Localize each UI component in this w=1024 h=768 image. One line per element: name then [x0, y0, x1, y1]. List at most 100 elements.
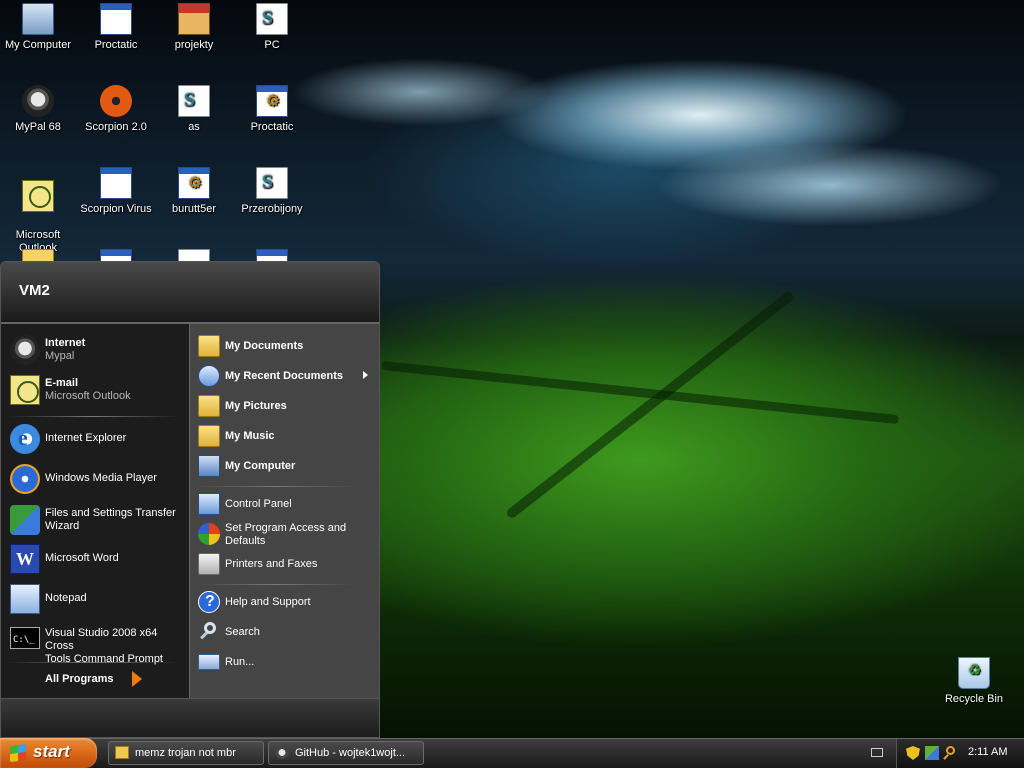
start-place-label: Set Program Access and Defaults — [225, 522, 347, 547]
start-place-help[interactable]: Help and Support — [198, 589, 376, 615]
start-place-run[interactable]: Run... — [198, 649, 376, 675]
desktop-icon-as[interactable]: S as — [154, 85, 234, 134]
folder-icon — [198, 335, 220, 357]
divider — [196, 584, 356, 585]
taskbar-button-memz[interactable]: memz trojan not mbr — [108, 741, 264, 765]
start-item-label: Windows Media Player — [45, 472, 157, 484]
archive-box-icon — [178, 3, 210, 35]
start-item-internet-explorer[interactable]: Internet Explorer — [8, 422, 186, 458]
start-button-label: start — [33, 742, 70, 761]
taskbar-button-label: memz trojan not mbr — [135, 747, 236, 759]
desktop-icon-scorpion-virus[interactable]: Scorpion Virus — [76, 167, 156, 216]
search-icon — [198, 621, 220, 643]
desktop-icon-label: projekty — [174, 39, 214, 51]
control-panel-icon — [198, 493, 220, 515]
start-place-recent-documents[interactable]: My Recent Documents — [198, 363, 376, 389]
gear-window-icon: ⚙ — [256, 85, 288, 117]
start-item-vs-command-prompt[interactable]: Visual Studio 2008 x64 Cross Tools Comma… — [8, 623, 186, 665]
application-window-icon — [100, 3, 132, 35]
start-place-my-documents[interactable]: My Documents — [198, 333, 376, 359]
music-folder-icon — [198, 425, 220, 447]
desktop-icon-proctatic-2[interactable]: ⚙ Proctatic — [232, 85, 312, 134]
start-item-label: Microsoft Word — [45, 552, 119, 564]
taskbar-button-label: GitHub - wojtek1wojt... — [295, 747, 406, 759]
chevron-right-icon — [363, 371, 368, 379]
start-item-transfer-wizard[interactable]: Files and Settings Transfer Wizard — [8, 503, 186, 539]
start-item-internet[interactable]: Internet Mypal — [8, 333, 186, 369]
my-computer-icon — [22, 3, 54, 35]
notepad-icon — [10, 584, 40, 614]
start-place-label: My Music — [225, 430, 275, 442]
start-place-program-access[interactable]: Set Program Access and Defaults — [198, 521, 376, 547]
desktop-icon-label: PC — [264, 39, 280, 51]
start-place-my-music[interactable]: My Music — [198, 423, 376, 449]
recent-documents-icon — [198, 365, 220, 387]
desktop-icon-recycle-bin[interactable]: ♻ Recycle Bin — [934, 657, 1014, 706]
pictures-folder-icon — [198, 395, 220, 417]
desktop-icon-label: Scorpion 2.0 — [85, 121, 147, 133]
media-player-icon — [10, 464, 40, 494]
start-item-subtitle: Microsoft Outlook — [45, 390, 131, 402]
my-computer-icon — [198, 455, 220, 477]
start-item-title: E-mail — [45, 377, 79, 389]
start-place-my-computer[interactable]: My Computer — [198, 453, 376, 479]
start-place-label: Search — [225, 626, 260, 638]
start-button[interactable]: start — [0, 738, 97, 768]
start-place-printers[interactable]: Printers and Faxes — [198, 551, 376, 577]
start-place-label: My Recent Documents — [225, 370, 343, 382]
divider — [8, 662, 180, 663]
start-item-word[interactable]: Microsoft Word — [8, 542, 186, 578]
start-item-email[interactable]: E-mail Microsoft Outlook — [8, 373, 186, 409]
recycle-bin-icon: ♻ — [958, 657, 990, 689]
start-menu-user: VM2 — [1, 262, 379, 324]
desktop-icon-burutt5er[interactable]: ⚙ burutt5er — [154, 167, 234, 216]
clock[interactable]: 2:11 AM — [968, 746, 1008, 758]
run-icon — [198, 654, 220, 670]
start-item-label: Visual Studio 2008 x64 Cross Tools Comma… — [45, 627, 163, 665]
start-place-label: Control Panel — [225, 498, 292, 510]
desktop-icon-przerobijony[interactable]: S Przerobijony — [232, 167, 312, 216]
start-place-label: My Computer — [225, 460, 296, 472]
command-prompt-icon — [10, 627, 40, 649]
desktop-icon-mypal[interactable]: MyPal 68 — [0, 85, 78, 134]
biohazard-icon — [100, 85, 132, 117]
all-programs-button[interactable]: All Programs — [45, 673, 113, 685]
folder-icon — [115, 746, 129, 759]
desktop-icon-projekty[interactable]: projekty — [154, 3, 234, 52]
start-place-my-pictures[interactable]: My Pictures — [198, 393, 376, 419]
mypal-raccoon-icon — [10, 335, 40, 365]
printer-icon — [198, 553, 220, 575]
outlook-icon — [22, 180, 54, 212]
start-item-media-player[interactable]: Windows Media Player — [8, 462, 186, 498]
desktop-icon-label: MyPal 68 — [15, 121, 61, 133]
desktop-icon-label: Przerobijony — [241, 203, 303, 215]
internet-explorer-icon — [10, 424, 40, 454]
start-item-notepad[interactable]: Notepad — [8, 582, 186, 618]
search-icon[interactable] — [943, 746, 957, 760]
mypal-raccoon-icon — [22, 85, 54, 117]
desktop-icon-pc[interactable]: S PC — [232, 3, 312, 52]
desktop-icon-proctatic[interactable]: Proctatic — [76, 3, 156, 52]
mypal-raccoon-icon — [275, 746, 289, 759]
application-window-icon — [100, 167, 132, 199]
network-icon[interactable] — [925, 746, 939, 760]
divider — [8, 416, 180, 417]
windows-logo-icon — [10, 743, 26, 763]
start-item-label: Internet Explorer — [45, 432, 127, 444]
desktop-icon-label: Proctatic — [250, 121, 294, 133]
start-place-control-panel[interactable]: Control Panel — [198, 491, 376, 517]
desktop-icon-label: Scorpion Virus — [80, 203, 152, 215]
gear-window-icon: ⚙ — [178, 167, 210, 199]
script-document-icon: S — [256, 167, 288, 199]
transfer-wizard-icon — [10, 505, 40, 535]
start-place-search[interactable]: Search — [198, 619, 376, 645]
desktop-icon-label: burutt5er — [171, 203, 217, 215]
desktop-icon-my-computer[interactable]: My Computer — [0, 3, 78, 52]
program-access-icon — [198, 523, 220, 545]
taskbar-button-github[interactable]: GitHub - wojtek1wojt... — [268, 741, 424, 765]
start-item-label: Notepad — [45, 592, 87, 604]
desktop-icon-scorpion[interactable]: Scorpion 2.0 — [76, 85, 156, 134]
keyboard-layout-icon[interactable] — [871, 748, 883, 757]
start-item-subtitle: Mypal — [45, 350, 75, 362]
help-icon — [198, 591, 220, 613]
